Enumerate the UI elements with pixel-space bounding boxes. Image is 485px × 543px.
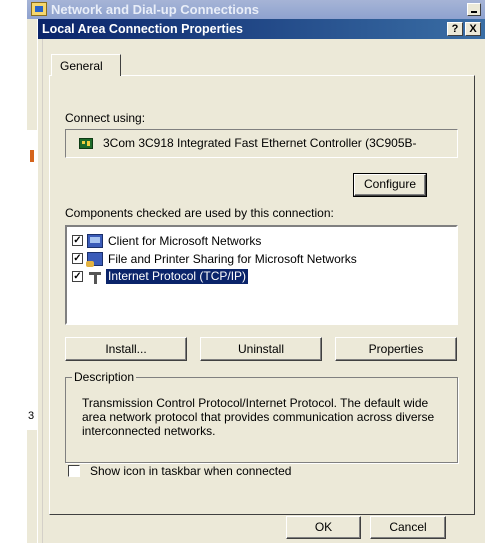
component-label: File and Printer Sharing for Microsoft N… [108,252,357,266]
background-strip-number: 3 [28,410,35,422]
file-printer-sharing-icon [86,252,103,267]
background-window-title: Network and Dial-up Connections [51,2,260,17]
network-connections-icon [31,2,47,16]
component-checkbox[interactable]: ✓ [72,235,83,246]
dialog-title: Local Area Connection Properties [42,22,243,36]
background-marker [30,150,34,162]
ok-button[interactable]: OK [286,516,361,539]
components-label: Components checked are used by this conn… [65,206,334,220]
help-button[interactable]: ? [447,22,463,36]
cancel-button[interactable]: Cancel [370,516,446,539]
close-button[interactable]: X [465,22,481,36]
configure-button[interactable]: Configure [353,173,427,197]
description-group: Description Transmission Control Protoco… [65,370,458,463]
show-icon-checkbox[interactable] [68,465,80,477]
client-network-icon [87,234,103,248]
dialog-left-edge [38,39,43,543]
component-checkbox[interactable]: ✓ [72,253,83,264]
description-legend: Description [72,370,137,384]
show-icon-label[interactable]: Show icon in taskbar when connected [90,464,291,478]
minimize-button[interactable] [467,3,481,16]
uninstall-button[interactable]: Uninstall [200,337,322,361]
network-protocol-icon [87,270,103,284]
install-button[interactable]: Install... [65,337,187,361]
component-checkbox[interactable]: ✓ [72,271,83,282]
description-text: Transmission Control Protocol/Internet P… [82,396,435,438]
adapter-field: 3Com 3C918 Integrated Fast Ethernet Cont… [65,129,458,158]
background-title-bar[interactable]: Network and Dial-up Connections [27,0,485,19]
connect-using-label: Connect using: [65,111,146,125]
components-list[interactable]: ✓ Client for Microsoft Networks ✓ File a… [65,225,458,325]
component-label: Internet Protocol (TCP/IP) [106,269,249,284]
properties-button[interactable]: Properties [335,337,457,361]
component-label: Client for Microsoft Networks [108,234,262,248]
network-adapter-icon [79,138,93,149]
tab-general[interactable]: General [51,54,121,76]
dialog-title-bar[interactable]: Local Area Connection Properties ? X [38,19,485,39]
adapter-name: 3Com 3C918 Integrated Fast Ethernet Cont… [103,136,417,150]
